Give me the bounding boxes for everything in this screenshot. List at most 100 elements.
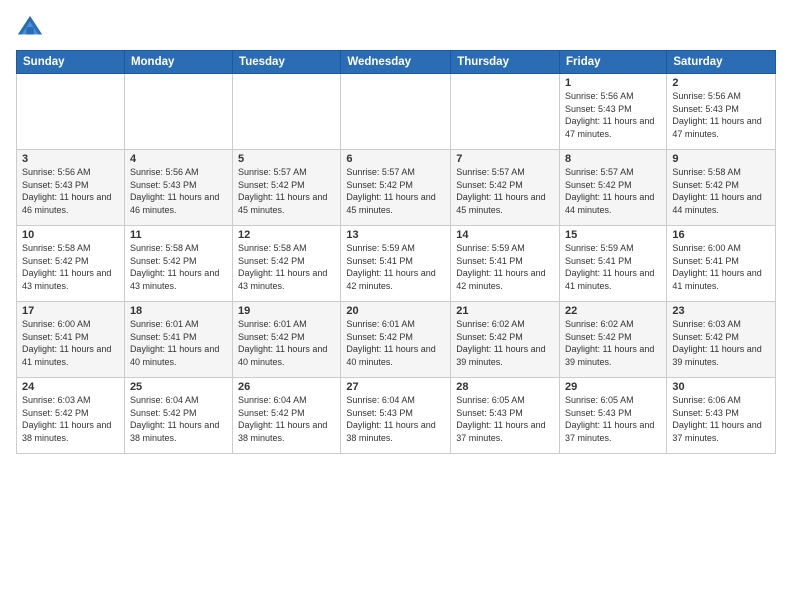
calendar-cell [451,74,560,150]
calendar-week-row: 17Sunrise: 6:00 AM Sunset: 5:41 PM Dayli… [17,302,776,378]
calendar-cell [341,74,451,150]
day-number: 5 [238,153,335,165]
day-info: Sunrise: 6:04 AM Sunset: 5:42 PM Dayligh… [238,394,335,444]
calendar-cell: 24Sunrise: 6:03 AM Sunset: 5:42 PM Dayli… [17,378,125,454]
day-number: 21 [456,305,554,317]
calendar-cell: 8Sunrise: 5:57 AM Sunset: 5:42 PM Daylig… [560,150,667,226]
calendar-cell: 5Sunrise: 5:57 AM Sunset: 5:42 PM Daylig… [233,150,341,226]
day-number: 22 [565,305,661,317]
day-info: Sunrise: 5:57 AM Sunset: 5:42 PM Dayligh… [238,166,335,216]
day-info: Sunrise: 6:00 AM Sunset: 5:41 PM Dayligh… [672,242,770,292]
day-number: 19 [238,305,335,317]
calendar-cell: 10Sunrise: 5:58 AM Sunset: 5:42 PM Dayli… [17,226,125,302]
weekday-header: Wednesday [341,51,451,74]
calendar-week-row: 24Sunrise: 6:03 AM Sunset: 5:42 PM Dayli… [17,378,776,454]
day-number: 30 [672,381,770,393]
header [16,14,776,42]
weekday-header: Saturday [667,51,776,74]
weekday-header: Monday [124,51,232,74]
calendar-cell: 19Sunrise: 6:01 AM Sunset: 5:42 PM Dayli… [233,302,341,378]
day-info: Sunrise: 6:06 AM Sunset: 5:43 PM Dayligh… [672,394,770,444]
day-number: 10 [22,229,119,241]
day-number: 4 [130,153,227,165]
day-number: 29 [565,381,661,393]
calendar-cell: 22Sunrise: 6:02 AM Sunset: 5:42 PM Dayli… [560,302,667,378]
day-info: Sunrise: 6:05 AM Sunset: 5:43 PM Dayligh… [565,394,661,444]
day-number: 11 [130,229,227,241]
day-number: 3 [22,153,119,165]
calendar-cell: 30Sunrise: 6:06 AM Sunset: 5:43 PM Dayli… [667,378,776,454]
day-info: Sunrise: 6:01 AM Sunset: 5:42 PM Dayligh… [238,318,335,368]
weekday-header: Thursday [451,51,560,74]
calendar-cell [124,74,232,150]
page: SundayMondayTuesdayWednesdayThursdayFrid… [0,0,792,612]
calendar-cell: 25Sunrise: 6:04 AM Sunset: 5:42 PM Dayli… [124,378,232,454]
day-number: 9 [672,153,770,165]
day-number: 24 [22,381,119,393]
calendar-cell: 2Sunrise: 5:56 AM Sunset: 5:43 PM Daylig… [667,74,776,150]
calendar-cell: 23Sunrise: 6:03 AM Sunset: 5:42 PM Dayli… [667,302,776,378]
day-number: 7 [456,153,554,165]
day-number: 14 [456,229,554,241]
calendar-cell: 28Sunrise: 6:05 AM Sunset: 5:43 PM Dayli… [451,378,560,454]
day-info: Sunrise: 5:59 AM Sunset: 5:41 PM Dayligh… [456,242,554,292]
day-info: Sunrise: 5:59 AM Sunset: 5:41 PM Dayligh… [565,242,661,292]
day-info: Sunrise: 5:57 AM Sunset: 5:42 PM Dayligh… [346,166,445,216]
weekday-header: Friday [560,51,667,74]
calendar-cell: 17Sunrise: 6:00 AM Sunset: 5:41 PM Dayli… [17,302,125,378]
day-info: Sunrise: 6:02 AM Sunset: 5:42 PM Dayligh… [456,318,554,368]
calendar-cell: 20Sunrise: 6:01 AM Sunset: 5:42 PM Dayli… [341,302,451,378]
day-info: Sunrise: 6:01 AM Sunset: 5:41 PM Dayligh… [130,318,227,368]
day-info: Sunrise: 5:57 AM Sunset: 5:42 PM Dayligh… [565,166,661,216]
calendar-table: SundayMondayTuesdayWednesdayThursdayFrid… [16,50,776,454]
day-info: Sunrise: 6:03 AM Sunset: 5:42 PM Dayligh… [22,394,119,444]
day-number: 12 [238,229,335,241]
day-number: 26 [238,381,335,393]
day-number: 18 [130,305,227,317]
calendar-cell: 13Sunrise: 5:59 AM Sunset: 5:41 PM Dayli… [341,226,451,302]
weekday-header: Tuesday [233,51,341,74]
day-number: 17 [22,305,119,317]
calendar-cell: 21Sunrise: 6:02 AM Sunset: 5:42 PM Dayli… [451,302,560,378]
calendar-cell: 14Sunrise: 5:59 AM Sunset: 5:41 PM Dayli… [451,226,560,302]
day-number: 27 [346,381,445,393]
day-info: Sunrise: 5:58 AM Sunset: 5:42 PM Dayligh… [130,242,227,292]
day-info: Sunrise: 6:02 AM Sunset: 5:42 PM Dayligh… [565,318,661,368]
day-info: Sunrise: 5:57 AM Sunset: 5:42 PM Dayligh… [456,166,554,216]
day-info: Sunrise: 6:04 AM Sunset: 5:43 PM Dayligh… [346,394,445,444]
day-info: Sunrise: 6:03 AM Sunset: 5:42 PM Dayligh… [672,318,770,368]
day-number: 25 [130,381,227,393]
day-number: 20 [346,305,445,317]
day-number: 23 [672,305,770,317]
calendar-cell: 1Sunrise: 5:56 AM Sunset: 5:43 PM Daylig… [560,74,667,150]
logo [16,14,48,42]
day-info: Sunrise: 5:56 AM Sunset: 5:43 PM Dayligh… [565,90,661,140]
calendar-cell: 4Sunrise: 5:56 AM Sunset: 5:43 PM Daylig… [124,150,232,226]
calendar-cell [233,74,341,150]
day-info: Sunrise: 5:58 AM Sunset: 5:42 PM Dayligh… [672,166,770,216]
day-number: 28 [456,381,554,393]
day-info: Sunrise: 6:00 AM Sunset: 5:41 PM Dayligh… [22,318,119,368]
logo-icon [16,14,44,42]
calendar-cell [17,74,125,150]
calendar-cell: 7Sunrise: 5:57 AM Sunset: 5:42 PM Daylig… [451,150,560,226]
calendar-week-row: 10Sunrise: 5:58 AM Sunset: 5:42 PM Dayli… [17,226,776,302]
day-info: Sunrise: 5:59 AM Sunset: 5:41 PM Dayligh… [346,242,445,292]
calendar-cell: 27Sunrise: 6:04 AM Sunset: 5:43 PM Dayli… [341,378,451,454]
day-number: 16 [672,229,770,241]
day-number: 8 [565,153,661,165]
day-number: 13 [346,229,445,241]
day-info: Sunrise: 5:58 AM Sunset: 5:42 PM Dayligh… [22,242,119,292]
calendar-cell: 11Sunrise: 5:58 AM Sunset: 5:42 PM Dayli… [124,226,232,302]
calendar-week-row: 3 Sunrise: 5:56 AM Sunset: 5:43 PM Daylig… [17,150,776,226]
calendar-week-row: 1Sunrise: 5:56 AM Sunset: 5:43 PM Daylig… [17,74,776,150]
day-number: 1 [565,77,661,89]
day-number: 15 [565,229,661,241]
calendar-cell: 9Sunrise: 5:58 AM Sunset: 5:42 PM Daylig… [667,150,776,226]
calendar-cell: 15Sunrise: 5:59 AM Sunset: 5:41 PM Dayli… [560,226,667,302]
day-info: Sunrise: 6:01 AM Sunset: 5:42 PM Dayligh… [346,318,445,368]
calendar-header-row: SundayMondayTuesdayWednesdayThursdayFrid… [17,51,776,74]
day-info: Sunrise: 5:56 AM Sunset: 5:43 PM Dayligh… [130,166,227,216]
calendar-cell: 18Sunrise: 6:01 AM Sunset: 5:41 PM Dayli… [124,302,232,378]
calendar-cell: 26Sunrise: 6:04 AM Sunset: 5:42 PM Dayli… [233,378,341,454]
